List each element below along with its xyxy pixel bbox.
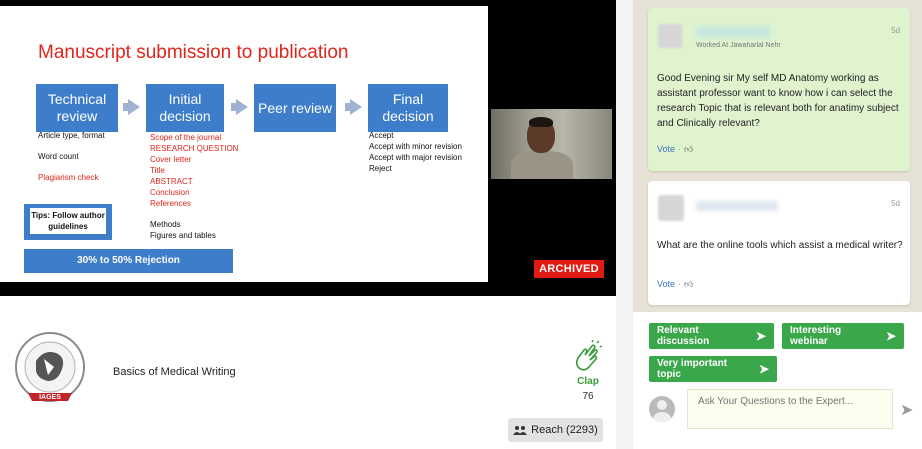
clap-count: 76 — [582, 391, 594, 402]
list-item: Figures and tables — [150, 231, 216, 240]
slide-title: Manuscript submission to publication — [38, 42, 349, 63]
list-item: Scope of the journal — [150, 133, 222, 142]
list-item: Reject — [369, 164, 392, 173]
tag-label: Interesting webinar — [790, 325, 842, 347]
speaker-webcam — [491, 109, 612, 179]
reach-label: Reach (2293) — [531, 424, 598, 436]
questions-panel[interactable]: Worked At Jawaharlal Nehr 5d Good Evenin… — [633, 0, 922, 312]
tips-box: Tips: Follow author guidelines — [24, 204, 112, 240]
list-item: Cover letter — [150, 155, 192, 164]
step-peer-review: Peer review — [254, 84, 336, 132]
vote-row: Vote · 👍︎ — [657, 144, 694, 154]
list-item: RESEARCH QUESTION — [150, 144, 239, 153]
organization-logo: IAGES — [14, 331, 86, 407]
step-arrow — [345, 99, 362, 115]
user-subtitle: Worked At Jawaharlal Nehr — [696, 42, 781, 49]
send-arrow-icon: ➤ — [758, 362, 769, 376]
vote-link[interactable]: Vote — [657, 279, 675, 289]
list-item: Accept with minor revision — [369, 142, 462, 151]
thumbs-up-icon[interactable]: 👍︎ — [684, 279, 693, 289]
vote-row: Vote · 👍︎ — [657, 279, 694, 289]
user-avatar — [649, 396, 675, 422]
list-item: Article type, format — [38, 131, 105, 140]
rejection-banner: 30% to 50% Rejection — [24, 249, 233, 273]
step-initial-decision: Initial decision — [146, 84, 224, 132]
question-text: What are the online tools which assist a… — [657, 240, 903, 251]
question-text: Good Evening sir My self MD Anatomy work… — [657, 73, 899, 129]
list-item: Conclusion — [150, 188, 190, 197]
step-technical-review: Technical review — [36, 84, 118, 132]
clap-icon[interactable] — [570, 339, 606, 374]
list-item: ABSTRACT — [150, 177, 193, 186]
avatar — [658, 24, 682, 48]
question-card: Worked At Jawaharlal Nehr 5d Good Evenin… — [648, 8, 910, 171]
presentation-slide: Manuscript submission to publication Tec… — [0, 6, 488, 282]
initial-decision-list: Scope of the journal RESEARCH QUESTION C… — [150, 132, 238, 241]
send-icon[interactable]: ➤ — [900, 400, 913, 420]
send-arrow-icon: ➤ — [885, 329, 896, 343]
user-name — [696, 201, 778, 211]
technical-review-list: Article type, format Word count Plagiari… — [38, 130, 105, 183]
list-item: Methods — [150, 220, 181, 229]
tag-interesting-webinar[interactable]: Interesting webinar ➤ — [782, 323, 904, 349]
thumbs-up-icon[interactable]: 👍︎ — [684, 144, 693, 154]
archived-badge: ARCHIVED — [534, 260, 604, 278]
course-title: Basics of Medical Writing — [113, 366, 236, 378]
users-icon — [513, 426, 528, 435]
tag-label: Very important topic — [657, 358, 728, 380]
question-age: 5d — [891, 26, 900, 35]
final-decision-list: Accept Accept with minor revision Accept… — [369, 130, 462, 174]
question-card: 5d What are the online tools which assis… — [648, 181, 910, 305]
tag-very-important-topic[interactable]: Very important topic ➤ — [649, 356, 777, 382]
tag-label: Relevant discussion — [657, 325, 710, 347]
step-arrow — [231, 99, 248, 115]
list-item: Title — [150, 166, 165, 175]
reach-button[interactable]: Reach (2293) — [508, 418, 603, 442]
ask-question-input[interactable] — [687, 389, 893, 429]
list-item: References — [150, 199, 191, 208]
user-name — [696, 26, 770, 38]
svg-text:IAGES: IAGES — [39, 394, 61, 401]
clap-button[interactable] — [568, 339, 608, 379]
step-final-decision: Final decision — [368, 84, 448, 132]
list-item: Accept — [369, 131, 394, 140]
list-item: Word count — [38, 152, 79, 161]
list-item: Accept with major revision — [369, 153, 462, 162]
avatar — [658, 195, 684, 221]
video-player[interactable]: Manuscript submission to publication Tec… — [0, 0, 616, 296]
panel-divider — [616, 0, 633, 449]
clap-label: Clap — [577, 376, 599, 387]
list-item: Plagiarism check — [38, 173, 99, 182]
tag-relevant-discussion[interactable]: Relevant discussion ➤ — [649, 323, 774, 349]
tips-text: Tips: Follow author guidelines — [30, 208, 106, 234]
send-arrow-icon: ➤ — [755, 329, 766, 343]
step-arrow — [123, 99, 140, 115]
vote-link[interactable]: Vote — [657, 144, 675, 154]
question-age: 5d — [891, 199, 900, 208]
